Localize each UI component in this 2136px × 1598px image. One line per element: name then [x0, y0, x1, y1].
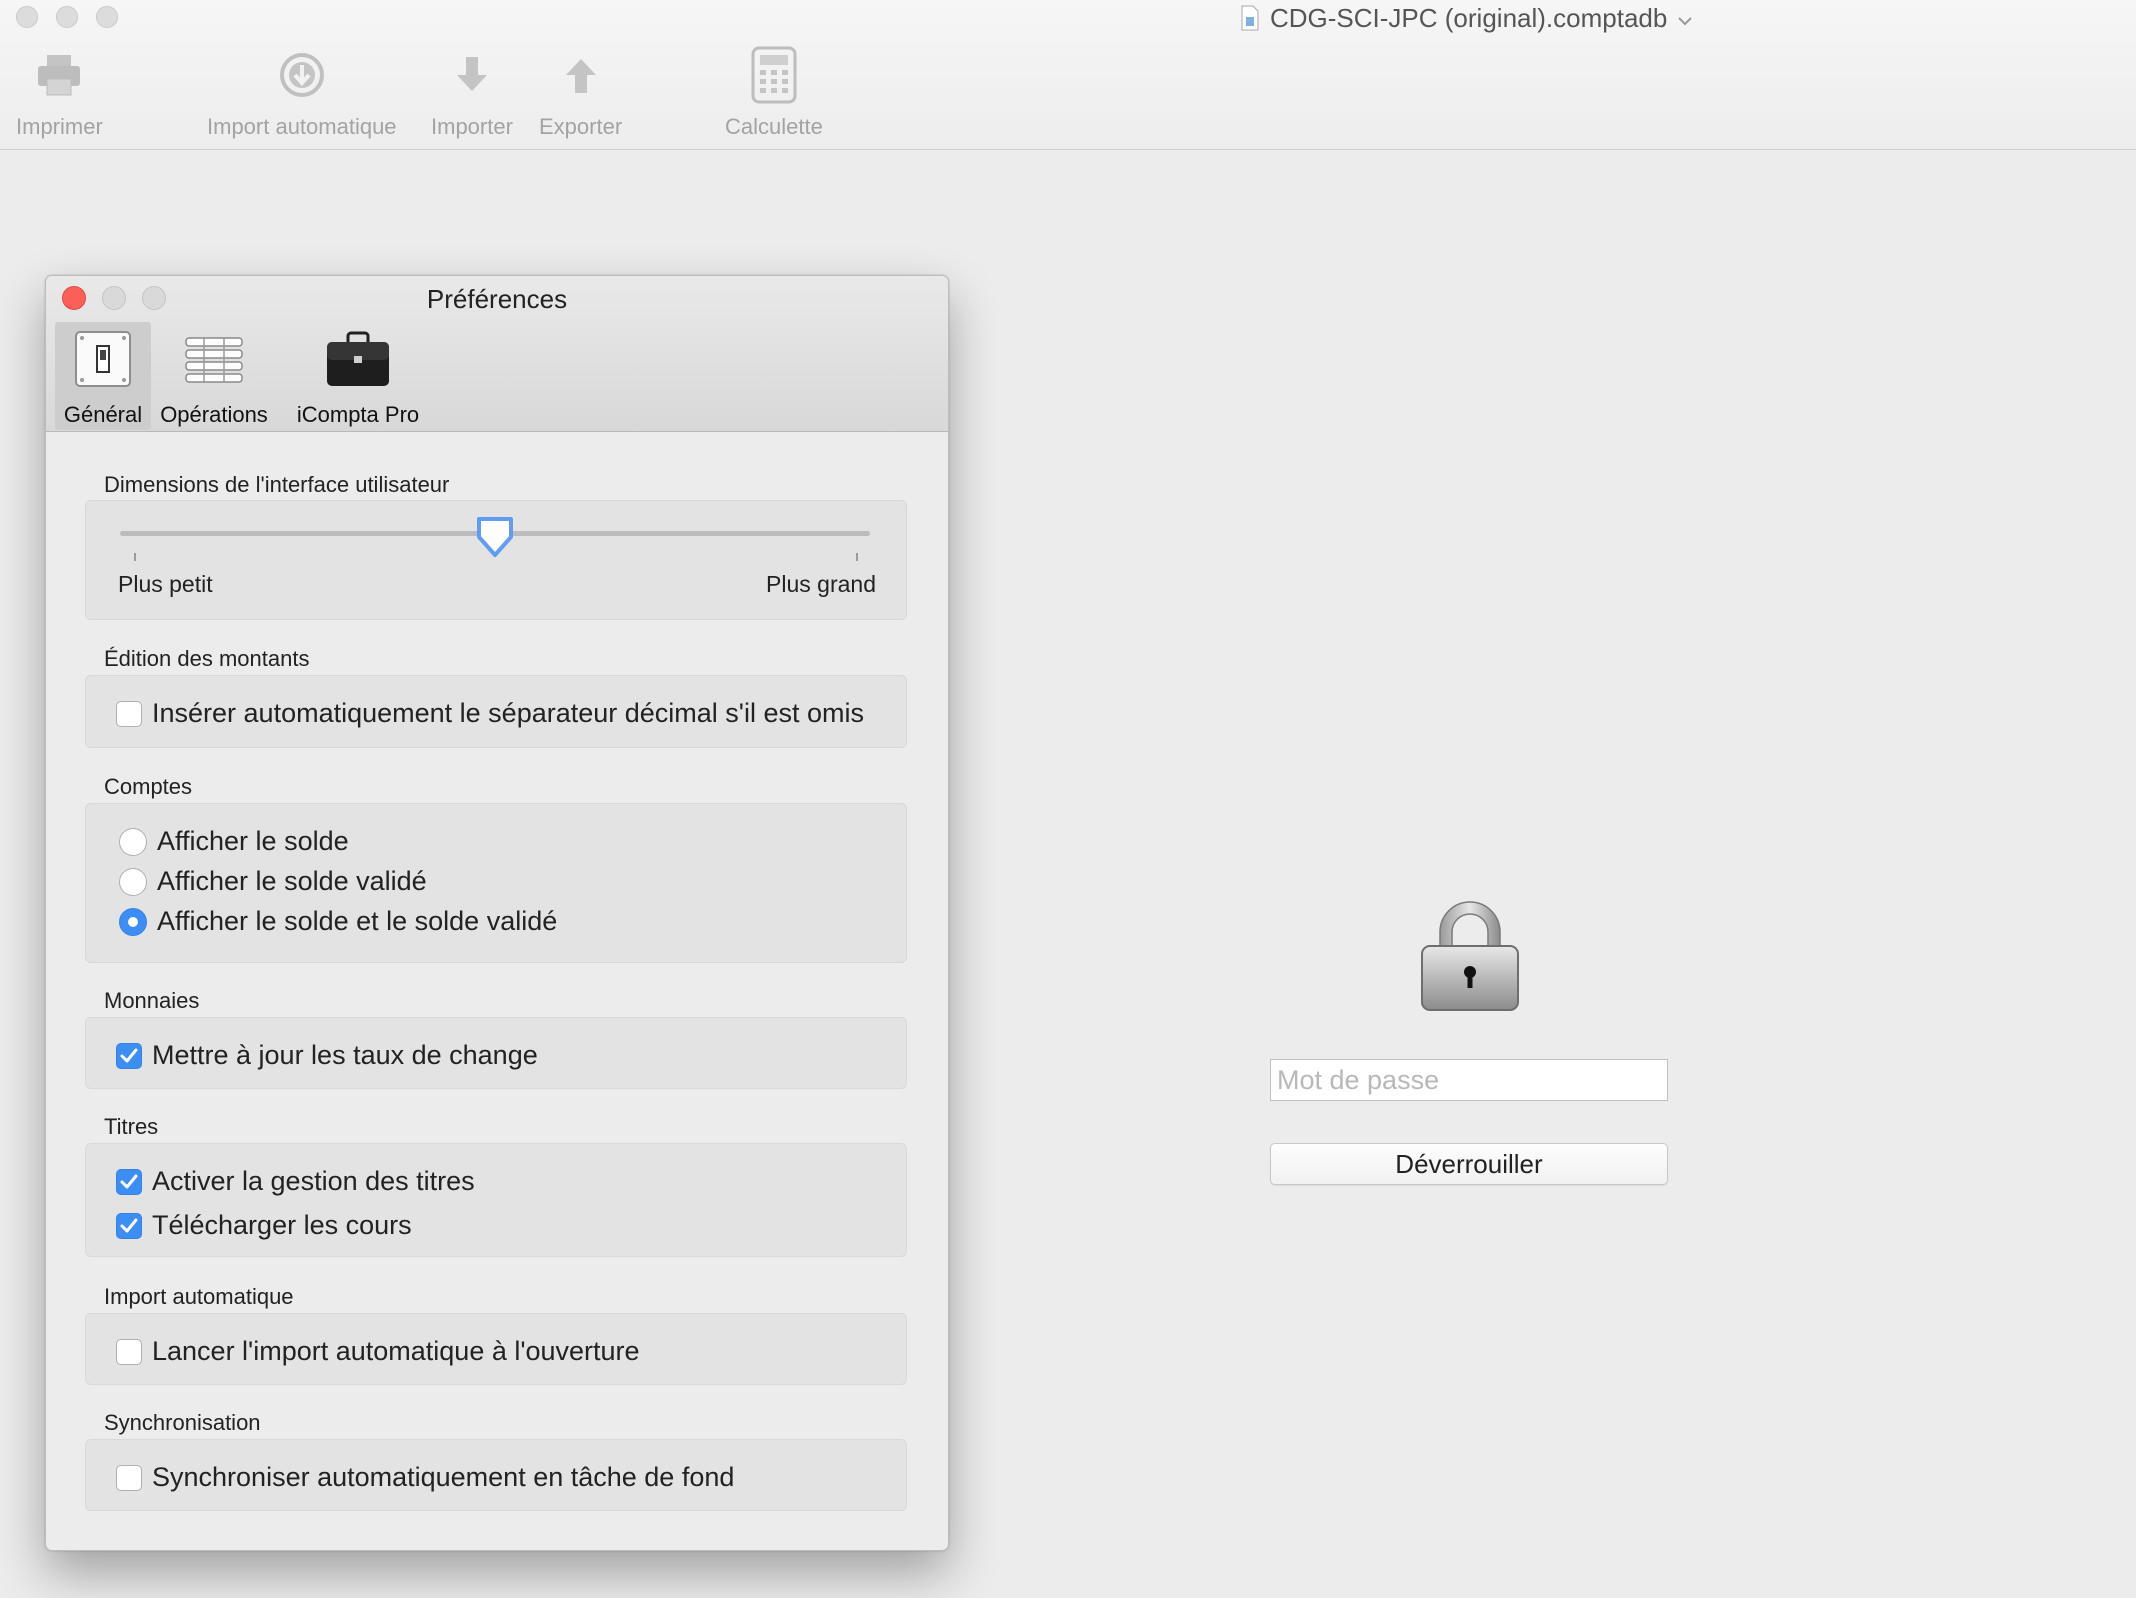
preferences-title: Préférences: [426, 284, 568, 314]
document-title-text: CDG-SCI-JPC (original).comptadb: [1270, 2, 1668, 33]
auto-import-group: Lancer l'import automatique à l'ouvertur…: [85, 1313, 907, 1385]
accounts-group: Afficher le solde Afficher le solde vali…: [85, 803, 907, 963]
radio-show-both-balances[interactable]: Afficher le solde et le solde validé: [119, 906, 557, 937]
securities-section-label: Titres: [104, 1114, 159, 1139]
ui-size-group: Plus petit Plus grand: [85, 500, 907, 620]
checkbox-box[interactable]: [116, 1168, 142, 1195]
toolbar-import-label: Importer: [431, 114, 513, 139]
accounts-section-label: Comptes: [104, 774, 193, 799]
preferences-window: Préférences Général Opérations iCompta P…: [45, 275, 949, 1551]
enable-securities-label: Activer la gestion des titres: [152, 1166, 475, 1196]
tab-general[interactable]: Général: [55, 322, 151, 430]
toolbar-print-button[interactable]: Imprimer: [16, 44, 103, 140]
currencies-group: Mettre à jour les taux de change: [85, 1017, 907, 1089]
radio-show-both-balances-label: Afficher le solde et le solde validé: [157, 906, 558, 936]
toolbar-export-button[interactable]: Exporter: [539, 44, 622, 140]
padlock-icon: [1416, 894, 1524, 1016]
radio-show-balance-label: Afficher le solde: [157, 826, 349, 856]
toolbar-export-label: Exporter: [539, 114, 623, 139]
radio-circle[interactable]: [119, 867, 147, 896]
tab-operations-label: Opérations: [160, 402, 268, 427]
document-icon: [1240, 5, 1260, 31]
slider-tick-min: [134, 553, 136, 561]
password-input[interactable]: [1270, 1059, 1668, 1101]
amounts-section-label: Édition des montants: [104, 646, 310, 671]
tab-icompta-pro[interactable]: iCompta Pro: [293, 322, 423, 430]
chevron-down-icon: [1677, 3, 1693, 34]
update-rates-checkbox[interactable]: Mettre à jour les taux de change: [116, 1040, 538, 1071]
radio-show-validated-balance-label: Afficher le solde validé: [157, 866, 427, 896]
radio-circle[interactable]: [119, 827, 147, 856]
checkbox-box[interactable]: [116, 1042, 142, 1069]
list-icon: [184, 326, 244, 392]
slider-min-label: Plus petit: [118, 571, 213, 597]
calculator-icon: [751, 44, 797, 106]
radio-show-balance[interactable]: Afficher le solde: [119, 826, 349, 857]
checkbox-box[interactable]: [116, 1338, 142, 1365]
printer-icon: [35, 44, 83, 106]
ui-size-section-label: Dimensions de l'interface utilisateur: [104, 472, 450, 497]
briefcase-icon: [325, 326, 391, 392]
radio-show-validated-balance[interactable]: Afficher le solde validé: [119, 866, 427, 897]
toolbar-print-label: Imprimer: [16, 114, 103, 139]
checkbox-box[interactable]: [116, 1464, 142, 1491]
tab-general-label: Général: [63, 402, 143, 427]
toolbar-calculator-button[interactable]: Calculette: [725, 44, 823, 140]
radio-circle[interactable]: [119, 907, 147, 936]
zoom-button[interactable]: [96, 6, 118, 28]
unlock-button[interactable]: Déverrouiller: [1270, 1143, 1668, 1185]
download-quotes-checkbox[interactable]: Télécharger les cours: [116, 1210, 412, 1241]
minimize-button[interactable]: [56, 6, 78, 28]
auto-decimal-label: Insérer automatiquement le séparateur dé…: [152, 698, 864, 728]
securities-group: Activer la gestion des titres Télécharge…: [85, 1143, 907, 1257]
auto-import-on-open-checkbox[interactable]: Lancer l'import automatique à l'ouvertur…: [116, 1336, 640, 1367]
download-quotes-label: Télécharger les cours: [152, 1210, 412, 1240]
auto-decimal-checkbox[interactable]: Insérer automatiquement le séparateur dé…: [116, 698, 864, 729]
amounts-group: Insérer automatiquement le séparateur dé…: [85, 675, 907, 748]
toolbar-auto-import-label: Import automatique: [207, 114, 397, 139]
ui-size-slider-thumb[interactable]: [475, 515, 515, 559]
background-sync-label: Synchroniser automatiquement en tâche de…: [152, 1462, 735, 1492]
download-circle-icon: [278, 44, 326, 106]
tab-icompta-pro-label: iCompta Pro: [296, 402, 420, 427]
preferences-header: Préférences Général Opérations iCompta P…: [46, 276, 948, 432]
main-titlebar: CDG-SCI-JPC (original).comptadb Imprimer…: [0, 0, 2136, 150]
currencies-section-label: Monnaies: [104, 988, 200, 1013]
update-rates-label: Mettre à jour les taux de change: [152, 1040, 538, 1070]
sync-group: Synchroniser automatiquement en tâche de…: [85, 1439, 907, 1511]
switch-icon: [74, 326, 132, 392]
tab-operations[interactable]: Opérations: [159, 322, 269, 430]
close-button[interactable]: [16, 6, 38, 28]
checkbox-box[interactable]: [116, 700, 142, 727]
sync-section-label: Synchronisation: [104, 1410, 261, 1435]
slider-tick-max: [856, 553, 858, 561]
arrow-down-icon: [454, 44, 490, 106]
background-sync-checkbox[interactable]: Synchroniser automatiquement en tâche de…: [116, 1462, 734, 1493]
auto-import-on-open-label: Lancer l'import automatique à l'ouvertur…: [152, 1336, 640, 1366]
auto-import-section-label: Import automatique: [104, 1284, 294, 1309]
arrow-up-icon: [563, 44, 599, 106]
toolbar-calculator-label: Calculette: [725, 114, 823, 139]
slider-max-label: Plus grand: [766, 571, 876, 597]
toolbar-auto-import-button[interactable]: Import automatique: [207, 44, 397, 140]
toolbar-import-button[interactable]: Importer: [431, 44, 513, 140]
enable-securities-checkbox[interactable]: Activer la gestion des titres: [116, 1166, 475, 1197]
checkbox-box[interactable]: [116, 1212, 142, 1239]
document-title[interactable]: CDG-SCI-JPC (original).comptadb: [1240, 2, 1693, 34]
